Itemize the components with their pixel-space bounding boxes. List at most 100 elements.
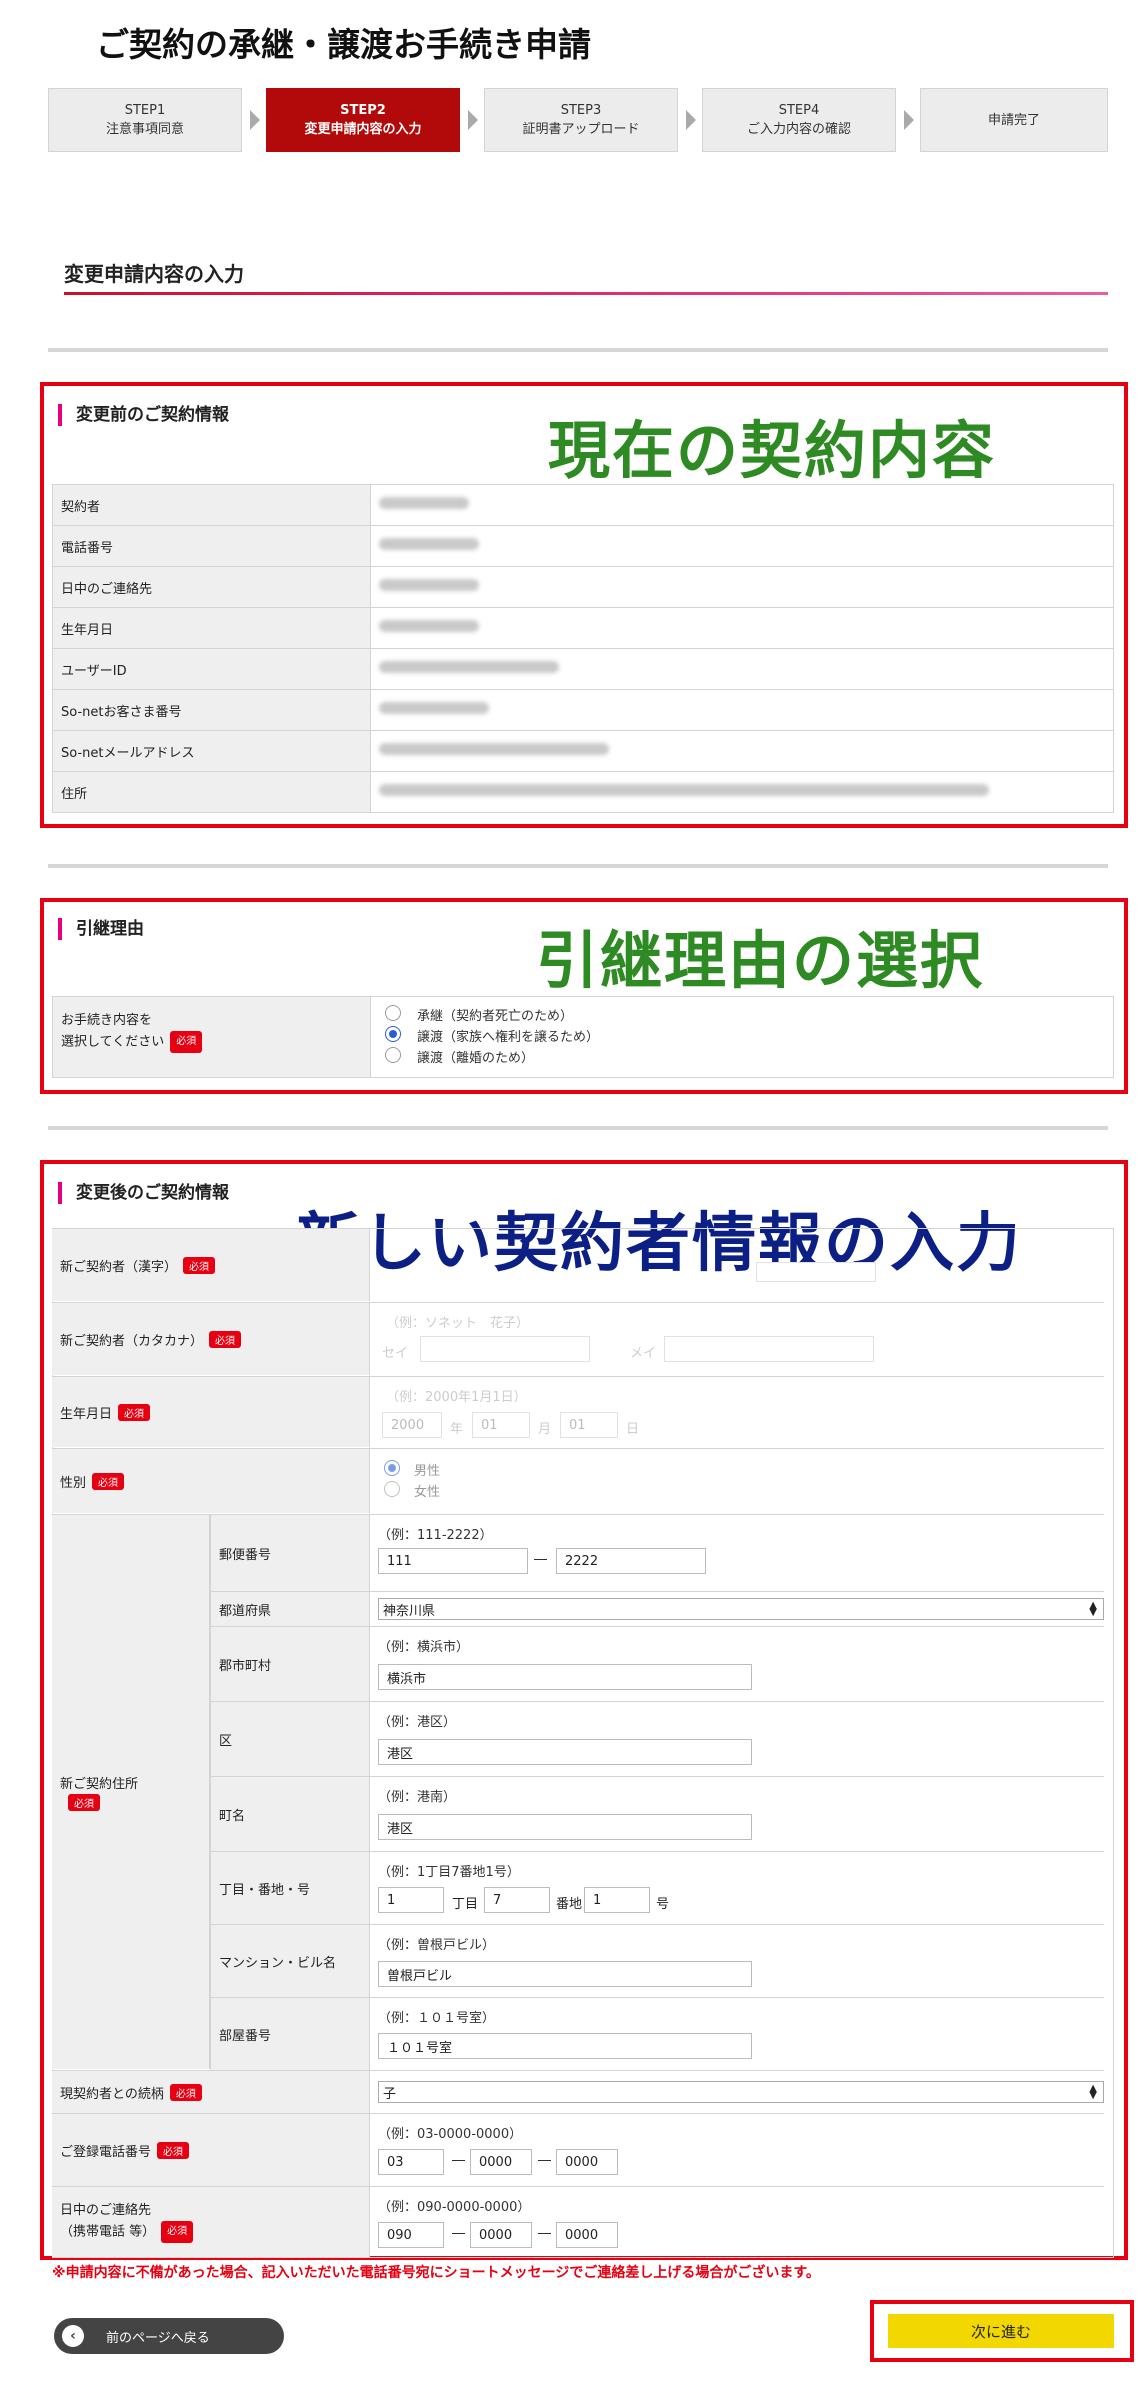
reason-option-2[interactable]: 譲渡（家族へ権利を譲るため）: [417, 1026, 599, 1045]
step-2-label: 変更申請内容の入力: [304, 122, 422, 137]
row-label: 生年月日: [52, 607, 371, 649]
block-banchi-input[interactable]: 7: [484, 1887, 550, 1913]
day-contact-label-line2: （携帯電話 等） 必須: [60, 2221, 194, 2243]
phone-input-2[interactable]: 0000: [470, 2149, 532, 2175]
name-kanji-input[interactable]: [756, 1262, 876, 1282]
row-label: 電話番号: [52, 525, 371, 567]
phone-label-text: ご登録電話番号: [60, 2144, 152, 2160]
birth-year-input[interactable]: 2000: [382, 1412, 442, 1438]
step-4-label: ご入力内容の確認: [746, 122, 851, 137]
ward-label: 区: [210, 1702, 370, 1776]
dash: ―: [538, 2153, 551, 2168]
reason-radio-2[interactable]: [385, 1026, 401, 1042]
step-1-label: 注意事項同意: [105, 122, 184, 137]
page-title: ご契約の承継・譲渡お手続き申請: [96, 25, 591, 64]
blurred-value: [370, 525, 1114, 567]
reason-row: お手続き内容を 選択してください 必須 承継（契約者死亡のため） 譲渡（家族へ権利…: [52, 996, 1114, 1078]
gender-label: 性別 必須: [52, 1449, 370, 1513]
gender-radio-female[interactable]: [384, 1481, 400, 1497]
dash: ―: [452, 2226, 465, 2241]
required-badge: 必須: [92, 1472, 125, 1490]
step-arrow-icon: [250, 110, 260, 130]
step-complete: 申請完了: [920, 88, 1108, 152]
updown-icon: ▲ ▼: [1089, 2083, 1097, 2101]
phone-label: ご登録電話番号 必須: [52, 2114, 370, 2186]
blurred-value: [370, 771, 1114, 813]
row-label: So-netメールアドレス: [52, 730, 371, 772]
phone-input-3[interactable]: 0000: [556, 2149, 618, 2175]
birth-month-input[interactable]: 01: [472, 1412, 530, 1438]
city-example: （例：横浜市）: [378, 1640, 470, 1655]
reason-overlay: 引継理由の選択: [520, 910, 1001, 1000]
phone-input-1[interactable]: 03: [378, 2149, 444, 2175]
day-contact-input-1[interactable]: 090: [378, 2222, 444, 2248]
postal-input-1[interactable]: 111: [378, 1548, 528, 1574]
postal-example: （例：111-2222）: [378, 1528, 493, 1543]
gender-label-text: 性別: [60, 1475, 87, 1491]
room-input[interactable]: １０１号室: [378, 2033, 752, 2059]
table-row: 住所: [52, 771, 1114, 813]
birth-day-input[interactable]: 01: [560, 1412, 618, 1438]
gender-option-male[interactable]: 男性: [414, 1460, 440, 1479]
required-badge: 必須: [209, 1330, 242, 1348]
row-label: ユーザーID: [52, 648, 371, 690]
back-button[interactable]: ‹ 前のページへ戻る: [54, 2318, 284, 2354]
divider: [48, 864, 1108, 868]
reason-label-text: 選択してください: [61, 1034, 165, 1050]
town-input[interactable]: 港区: [378, 1814, 752, 1840]
town-example: （例：港南）: [378, 1790, 457, 1805]
sei-input[interactable]: [420, 1336, 590, 1362]
name-kanji-label: 新ご契約者（漢字） 必須: [52, 1229, 370, 1301]
day-contact-input-3[interactable]: 0000: [556, 2222, 618, 2248]
step-1: STEP1 注意事項同意: [48, 88, 242, 152]
banchi-unit: 番地: [556, 1897, 583, 1912]
table-row: ユーザーID: [52, 648, 1114, 690]
blurred-value: [370, 730, 1114, 772]
relation-value: 子: [383, 2086, 397, 2102]
reason-option-1[interactable]: 承継（契約者死亡のため）: [417, 1005, 573, 1024]
birth-label-text: 生年月日: [60, 1406, 113, 1422]
gender-option-female[interactable]: 女性: [414, 1481, 440, 1500]
pref-select[interactable]: 神奈川県 ▲ ▼: [378, 1598, 1104, 1620]
step-1-number: STEP1: [124, 103, 166, 118]
required-badge: 必須: [161, 2221, 194, 2243]
mei-input[interactable]: [664, 1336, 874, 1362]
block-go-input[interactable]: 1: [584, 1887, 650, 1913]
block-chome-input[interactable]: 1: [378, 1887, 444, 1913]
blurred-value: [370, 566, 1114, 608]
chome-unit: 丁目: [452, 1897, 479, 1912]
address-label-text: 新ご契約住所: [60, 1777, 139, 1792]
pref-value: 神奈川県: [383, 1603, 436, 1619]
day-contact-label-text: （携帯電話 等）: [60, 2224, 156, 2240]
blurred-value: [370, 648, 1114, 690]
postal-input-2[interactable]: 2222: [556, 1548, 706, 1574]
required-badge: 必須: [68, 1794, 100, 1811]
step-complete-label: 申請完了: [987, 112, 1040, 128]
divider: [48, 1126, 1108, 1130]
city-input[interactable]: 横浜市: [378, 1664, 752, 1690]
reason-option-3[interactable]: 譲渡（離婚のため）: [417, 1047, 534, 1066]
day-contact-input-2[interactable]: 0000: [470, 2222, 532, 2248]
new-contract-title: 変更後のご契約情報: [58, 1182, 229, 1204]
ward-input[interactable]: 港区: [378, 1739, 752, 1765]
go-unit: 号: [656, 1897, 670, 1912]
reason-radio-3[interactable]: [385, 1047, 401, 1063]
building-input[interactable]: 曽根戸ビル: [378, 1961, 752, 1987]
reason-radio-1[interactable]: [385, 1005, 401, 1021]
sei-label: セイ: [382, 1346, 409, 1361]
step-4: STEP4 ご入力内容の確認: [702, 88, 896, 152]
sms-notice: ※申請内容に不備があった場合、記入いただいた電話番号宛にショートメッセージでご連…: [52, 2265, 820, 2281]
required-badge: 必須: [169, 2083, 202, 2101]
relation-select[interactable]: 子 ▲ ▼: [378, 2081, 1104, 2103]
section-underline: [64, 292, 1108, 295]
next-button-highlight: 次に進む: [870, 2300, 1134, 2362]
dash: ―: [452, 2153, 465, 2168]
gender-radio-male[interactable]: [384, 1460, 400, 1476]
address-label: 新ご契約住所必須: [52, 1515, 210, 2069]
day-contact-example: （例：090-0000-0000）: [378, 2200, 531, 2215]
block-label: 丁目・番地・号: [210, 1852, 370, 1924]
dash: ―: [534, 1552, 547, 1567]
year-unit: 年: [450, 1422, 464, 1437]
room-label: 部屋番号: [210, 1998, 370, 2070]
next-button[interactable]: 次に進む: [888, 2314, 1114, 2348]
